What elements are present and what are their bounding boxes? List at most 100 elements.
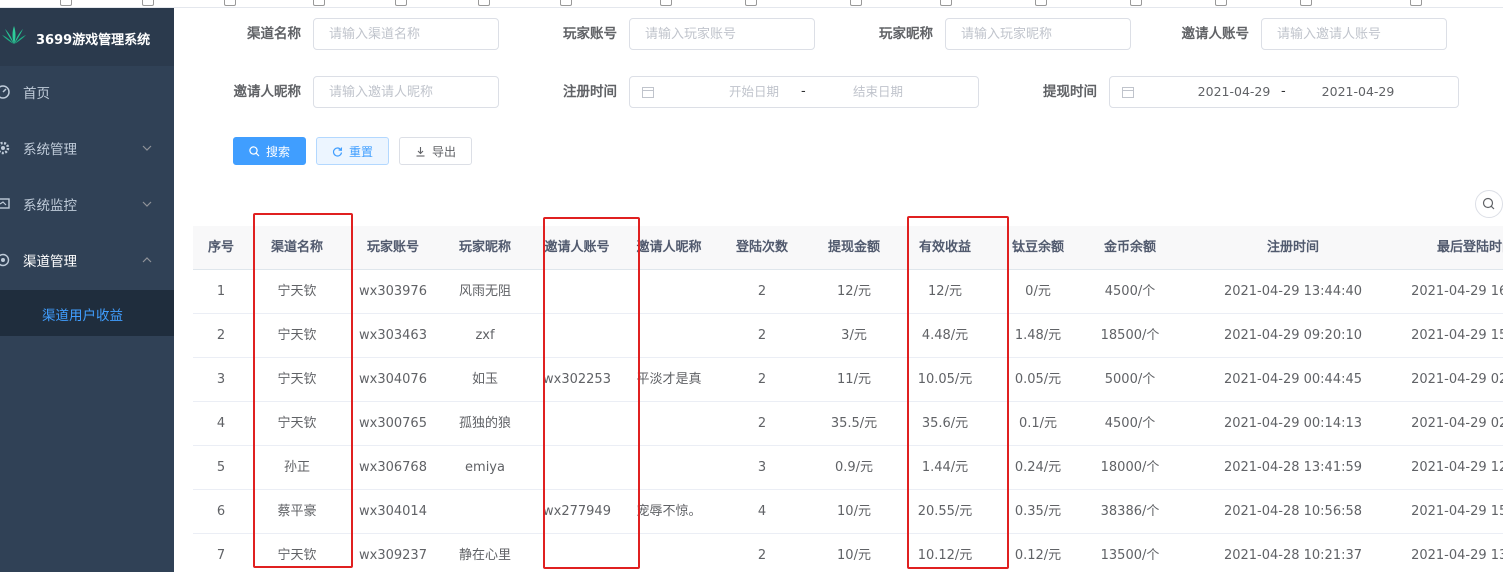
search-icon [249, 145, 260, 156]
inviter-account-input[interactable] [1261, 18, 1447, 50]
table-row[interactable]: 4 宁天钦 wx300765 孤独的狼 2 35.5/元 35.6/元 0.1/元 4500/个… [193, 402, 1503, 446]
withdraw-end-date[interactable]: 2021-04-29 [1298, 77, 1418, 107]
download-icon [416, 146, 425, 157]
sidebar-item-channel[interactable]: 渠道管理 [0, 232, 174, 288]
cell-register-time: 2021-04-28 10:21:37 [1223, 548, 1363, 563]
cell-titan-balance: 0/元 [1025, 284, 1051, 299]
cell-withdraw: 11/元 [837, 372, 871, 387]
cell-last-login: 2021-04-29 02:24:0 [1411, 416, 1503, 431]
app-logo[interactable]: 3699游戏管理系统 [0, 8, 174, 66]
bookmark-icon[interactable] [1130, 0, 1142, 6]
search-button[interactable]: 搜索 [233, 137, 306, 165]
column-header-account: 玩家账号 [366, 240, 419, 255]
sidebar-item-system[interactable]: 系统管理 [0, 120, 174, 176]
cell-titan-balance: 0.12/元 [1014, 548, 1062, 563]
table-row[interactable]: 2 宁天钦 wx303463 zxf 2 3/元 4.48/元 1.48/元 18500/个 20… [193, 314, 1503, 358]
cell-channel: 孙正 [283, 460, 310, 475]
cell-coin-balance: 4500/个 [1104, 416, 1156, 431]
cell-channel: 宁天钦 [277, 548, 317, 563]
bookmark-icon[interactable] [142, 0, 154, 6]
bookmark-bar [0, 0, 1503, 8]
register-start-date[interactable]: 开始日期 [694, 77, 814, 107]
bookmark-icon[interactable] [1035, 0, 1047, 6]
bookmark-icon[interactable] [478, 0, 490, 6]
table-row[interactable]: 1 宁天钦 wx303976 风雨无阻 2 12/元 12/元 0/元 4500/个 2021-0… [193, 270, 1503, 314]
bookmark-icon[interactable] [1215, 0, 1227, 6]
cell-inviter-account [529, 270, 625, 314]
income-table: 序号 渠道名称 玩家账号 玩家昵称 邀请人账号 邀请人昵称 登陆次数 提现金额 有效收益 钛豆余额… [193, 226, 1503, 572]
bookmark-icon[interactable] [745, 0, 757, 6]
column-header-register-time: 注册时间 [1266, 240, 1319, 255]
table-row[interactable]: 7 宁天钦 wx309237 静在心里 2 10/元 10.12/元 0.12/元 13500/… [193, 534, 1503, 572]
cell-channel: 蔡平豪 [277, 504, 317, 519]
gear-icon [0, 141, 10, 155]
cell-login-count: 4 [757, 504, 767, 519]
register-time-range[interactable]: 开始日期 - 结束日期 [629, 76, 979, 108]
bookmark-icon[interactable] [313, 0, 325, 6]
register-end-date[interactable]: 结束日期 [818, 77, 938, 107]
cell-register-time: 2021-04-29 00:44:45 [1223, 372, 1363, 387]
cell-inviter-account [529, 314, 625, 358]
player-nickname-input[interactable] [945, 18, 1131, 50]
export-button[interactable]: 导出 [399, 137, 472, 165]
cell-withdraw: 0.9/元 [834, 460, 874, 475]
table-row[interactable]: 3 宁天钦 wx304076 如玉 wx302253 平淡才是真 2 11/元 10.05/元 0… [193, 358, 1503, 402]
search-icon [1482, 197, 1495, 210]
cell-nickname: 静在心里 [458, 548, 511, 563]
cell-index: 5 [216, 460, 226, 475]
channel-name-input[interactable] [313, 18, 499, 50]
bookmark-icon[interactable] [1410, 0, 1422, 6]
refresh-icon [332, 146, 343, 157]
cell-login-count: 2 [757, 328, 767, 343]
cell-last-login: 2021-04-29 12:47:4 [1411, 460, 1503, 475]
cell-nickname: 风雨无阻 [458, 284, 511, 299]
sidebar-item-monitor[interactable]: 系统监控 [0, 176, 174, 232]
table-row[interactable]: 6 蔡平豪 wx304014 wx277949 宠辱不惊。 4 10/元 20.55/元 0.3… [193, 490, 1503, 534]
reset-button[interactable]: 重置 [316, 137, 389, 165]
cell-effective-income: 12/元 [928, 284, 962, 299]
player-account-input[interactable] [629, 18, 815, 50]
column-header-nickname: 玩家昵称 [458, 240, 511, 255]
bookmark-icon[interactable] [850, 0, 862, 6]
bookmark-icon[interactable] [1300, 0, 1312, 6]
sidebar-item-home[interactable]: 首页 [0, 64, 174, 120]
cell-nickname [437, 490, 533, 534]
table-row[interactable]: 5 孙正 wx306768 emiya 3 0.9/元 1.44/元 0.24/元 18000/… [193, 446, 1503, 490]
chevron-down-icon [142, 145, 152, 151]
bookmark-icon[interactable] [224, 0, 236, 6]
cell-titan-balance: 0.35/元 [1014, 504, 1062, 519]
cell-register-time: 2021-04-28 10:56:58 [1223, 504, 1363, 519]
column-header-withdraw: 提现金额 [827, 240, 880, 255]
cell-nickname: 如玉 [471, 372, 498, 387]
inviter-nickname-input[interactable] [313, 76, 499, 108]
chevron-down-icon [142, 201, 152, 207]
cell-last-login: 2021-04-29 13:00:5 [1411, 548, 1503, 563]
cell-titan-balance: 0.24/元 [1014, 460, 1062, 475]
withdraw-time-label: 提现时间 [1043, 84, 1097, 100]
cell-account: wx300765 [359, 416, 427, 431]
cell-login-count: 2 [757, 372, 767, 387]
bookmark-icon[interactable] [395, 0, 407, 6]
cell-account: wx306768 [359, 460, 427, 475]
withdraw-start-date[interactable]: 2021-04-29 [1174, 77, 1294, 107]
channel-icon [0, 253, 10, 267]
cell-withdraw: 3/元 [841, 328, 867, 343]
withdraw-time-range[interactable]: 2021-04-29 - 2021-04-29 [1109, 76, 1459, 108]
cell-effective-income: 4.48/元 [921, 328, 969, 343]
column-header-last-login: 最后登陆时间 [1436, 240, 1503, 255]
sidebar-subitem-channel-income[interactable]: 渠道用户收益 [0, 290, 174, 336]
cell-index: 7 [216, 548, 226, 563]
bookmark-icon[interactable] [940, 0, 952, 6]
cell-last-login: 2021-04-29 15:33:2 [1411, 504, 1503, 519]
bookmark-icon[interactable] [560, 0, 572, 6]
column-header-inviter-nickname: 邀请人昵称 [636, 240, 702, 255]
bookmark-icon[interactable] [60, 0, 72, 6]
cell-titan-balance: 1.48/元 [1014, 328, 1062, 343]
inviter-nickname-label: 邀请人昵称 [233, 84, 302, 100]
cell-register-time: 2021-04-29 00:14:13 [1223, 416, 1363, 431]
dashboard-icon [0, 85, 10, 99]
cell-index: 4 [216, 416, 226, 431]
cell-nickname: 孤独的狼 [458, 416, 511, 431]
bookmark-icon[interactable] [660, 0, 672, 6]
toggle-search-button[interactable] [1475, 190, 1503, 218]
